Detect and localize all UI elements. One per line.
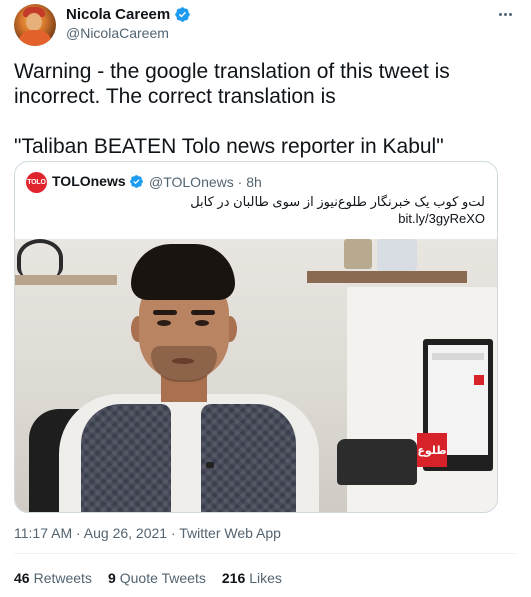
tweet-timestamp[interactable]: 11:17 AM · Aug 26, 2021 · Twitter Web Ap… <box>14 525 281 541</box>
mouth-shape <box>172 358 194 364</box>
retweets-label: Retweets <box>33 570 92 586</box>
beard-shape <box>151 346 217 382</box>
screen-bar <box>432 353 484 360</box>
tweet: Nicola Careem @NicolaCareem Warning - th… <box>0 0 531 597</box>
more-dot-icon <box>508 12 512 16</box>
verified-badge-icon <box>129 174 143 188</box>
quoted-name-row[interactable]: TOLOnews <box>52 173 144 189</box>
likes-count: 216 <box>221 570 246 586</box>
quoted-text: لت‌و کوب یک خبرنگار طلوع‌نیوز از سوی طال… <box>190 194 485 209</box>
avatar-jacket <box>18 30 52 46</box>
eye-right <box>195 320 209 326</box>
vest-left <box>81 404 171 512</box>
author-name[interactable]: Nicola Careem <box>66 6 170 23</box>
brow-right <box>191 310 215 315</box>
more-dot-icon <box>498 12 502 16</box>
avatar-face <box>26 13 42 31</box>
quote-tweets-stat[interactable]: 9 Quote Tweets <box>108 570 206 586</box>
reporter-figure <box>51 244 331 512</box>
likes-label: Likes <box>249 570 282 586</box>
screen-red-mark <box>474 375 484 385</box>
award-shape <box>377 239 417 271</box>
quoted-handle-time: @TOLOnews · 8h <box>149 174 262 190</box>
tolo-logo-bug: طلوع <box>417 433 447 467</box>
quote-tweets-label: Quote Tweets <box>119 570 206 586</box>
desk-phone-shape <box>337 439 417 485</box>
author-name-row[interactable]: Nicola Careem <box>66 6 191 23</box>
tweet-text-line2: "Taliban BEATEN Tolo news reporter in Ka… <box>14 135 444 158</box>
news-photo[interactable]: طلوع <box>15 239 497 512</box>
author-avatar[interactable] <box>14 4 56 46</box>
author-handle[interactable]: @NicolaCareem <box>66 25 169 41</box>
likes-stat[interactable]: 216 Likes <box>222 570 282 586</box>
brow-left <box>153 310 177 315</box>
lapel-mic <box>206 462 214 468</box>
quoted-avatar[interactable]: TOLO <box>26 172 47 193</box>
quoted-tweet[interactable]: TOLO TOLOnews @TOLOnews · 8h لت‌و کوب یک… <box>14 161 498 513</box>
quoted-link[interactable]: bit.ly/3gyReXO <box>398 211 485 226</box>
quoted-name[interactable]: TOLOnews <box>52 173 126 189</box>
divider <box>14 553 517 554</box>
more-dot-icon <box>503 12 507 16</box>
verified-badge-icon <box>175 7 190 22</box>
shelf-right <box>307 271 467 283</box>
retweets-count: 46 <box>14 570 30 586</box>
tweet-stats: 46 Retweets 9 Quote Tweets 216 Likes <box>14 570 282 586</box>
award-shape <box>344 239 372 269</box>
retweets-stat[interactable]: 46 Retweets <box>14 570 92 586</box>
hair-shape <box>131 244 235 300</box>
tweet-text-line1: Warning - the google translation of this… <box>14 60 450 108</box>
more-options-button[interactable] <box>495 4 515 24</box>
quote-tweets-count: 9 <box>107 570 116 586</box>
vest-right <box>201 404 296 512</box>
eye-left <box>157 320 171 326</box>
